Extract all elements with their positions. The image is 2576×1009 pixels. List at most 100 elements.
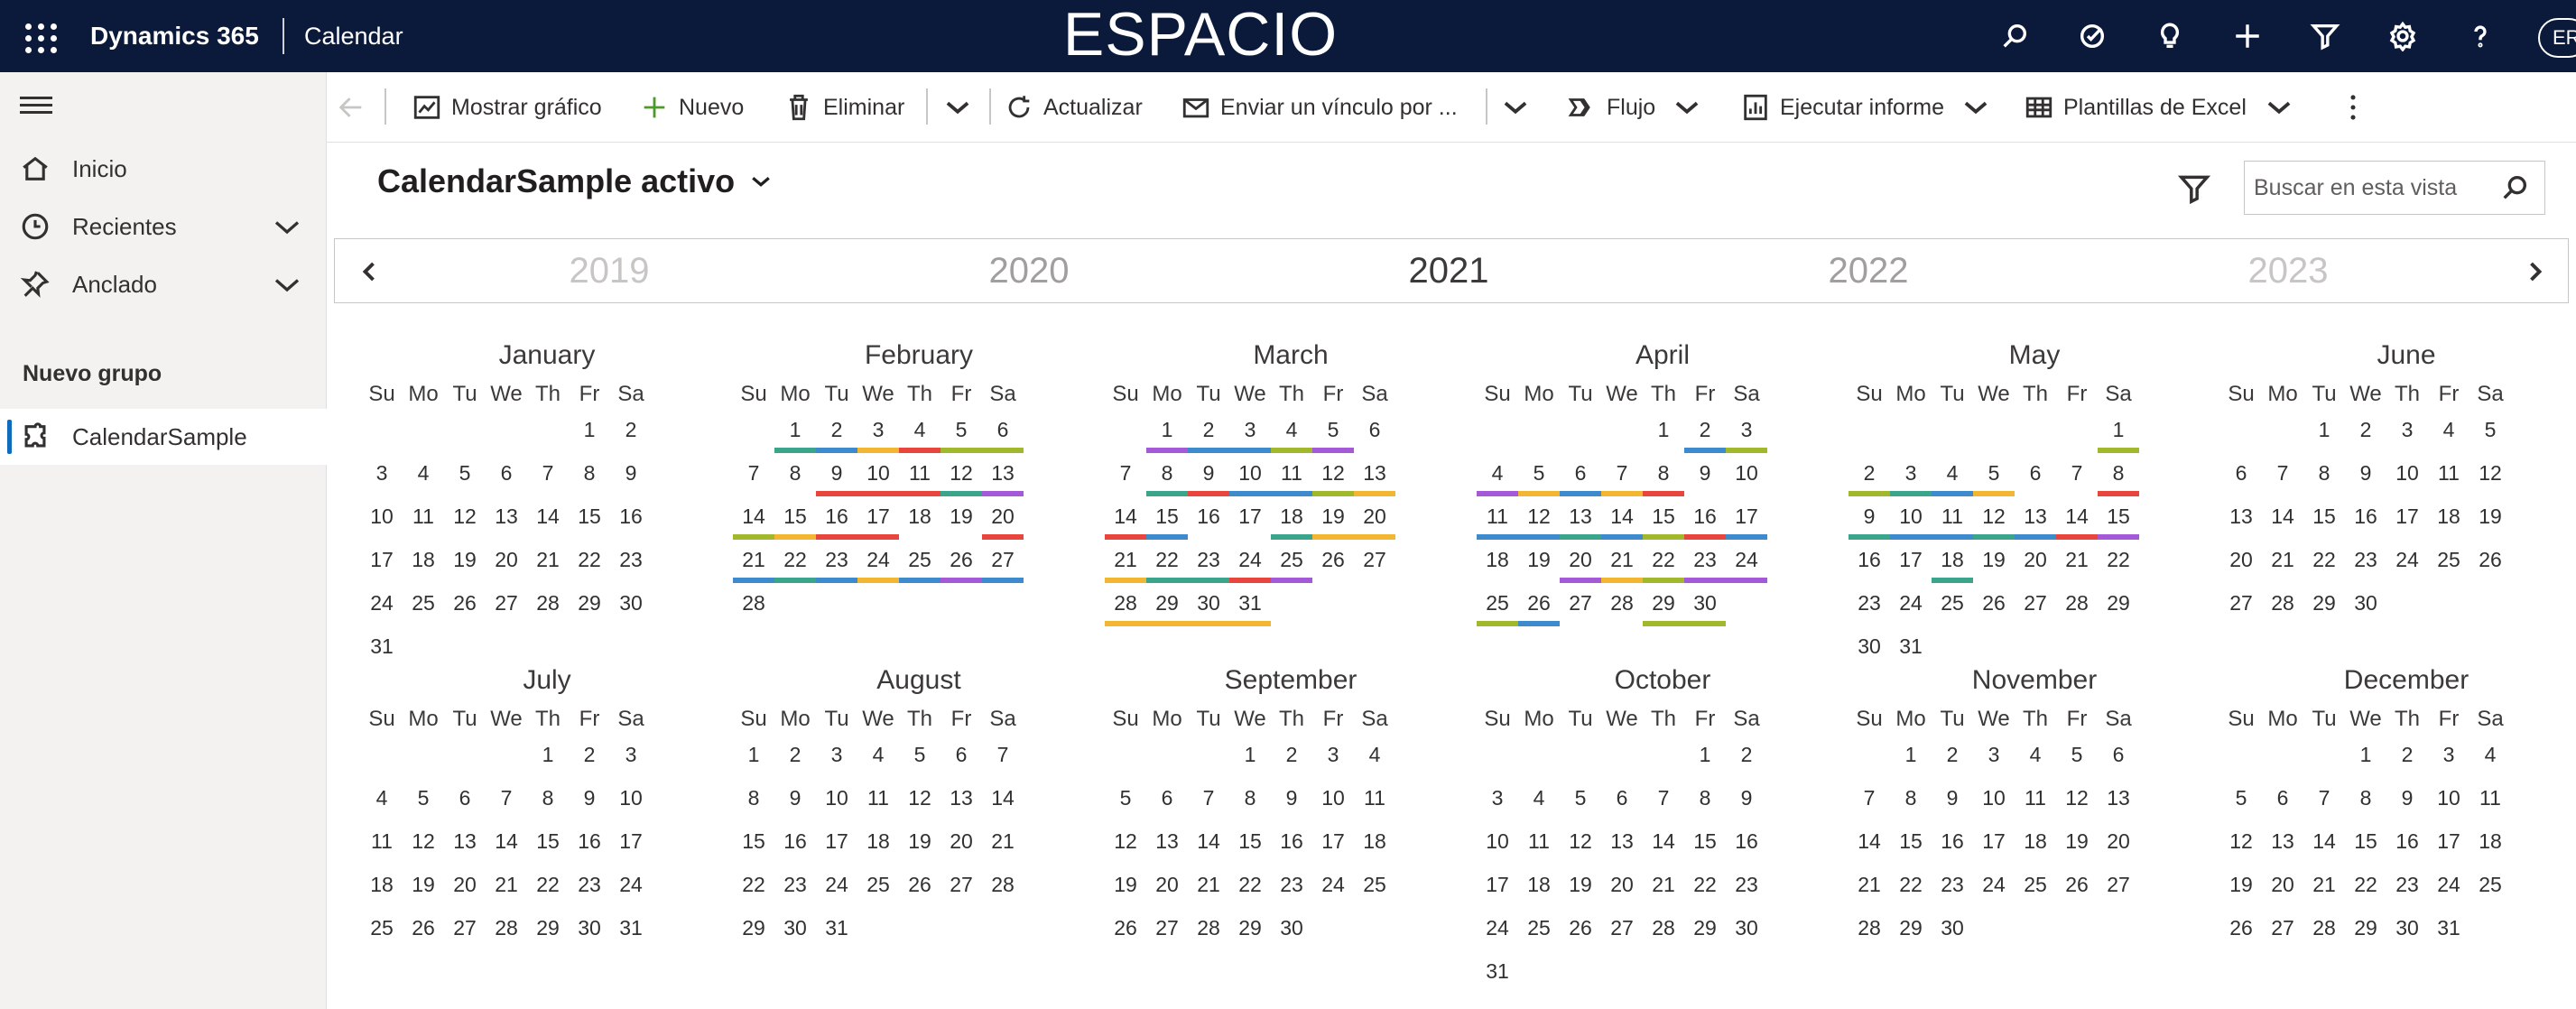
calendar-day[interactable]: 11 [899, 455, 941, 498]
calendar-day[interactable]: 24 [857, 542, 899, 585]
calendar-day[interactable]: 20 [941, 823, 982, 866]
calendar-day[interactable]: 26 [2220, 910, 2262, 953]
calendar-day[interactable]: 14 [982, 780, 1024, 823]
calendar-day[interactable]: 12 [403, 823, 444, 866]
calendar-day[interactable]: 7 [2303, 780, 2345, 823]
calendar-day[interactable]: 5 [899, 736, 941, 780]
calendar-day[interactable]: 26 [1105, 910, 1146, 953]
calendar-day[interactable]: 2 [1188, 412, 1229, 455]
calendar-day[interactable]: 19 [2469, 498, 2511, 542]
calendar-day[interactable]: 17 [2428, 823, 2469, 866]
calendar-day[interactable]: 3 [361, 455, 403, 498]
lightbulb-icon[interactable] [2150, 16, 2190, 56]
calendar-day[interactable]: 17 [1973, 823, 2015, 866]
calendar-day[interactable]: 9 [1849, 498, 1890, 542]
calendar-day[interactable]: 23 [1271, 866, 1312, 910]
calendar-day[interactable]: 14 [1643, 823, 1684, 866]
calendar-day[interactable]: 15 [2098, 498, 2139, 542]
calendar-day[interactable]: 27 [2220, 585, 2262, 628]
calendar-day[interactable]: 28 [1601, 585, 1643, 628]
calendar-day[interactable]: 19 [444, 542, 486, 585]
calendar-day[interactable]: 8 [733, 780, 774, 823]
calendar-day[interactable]: 20 [982, 498, 1024, 542]
calendar-day[interactable]: 26 [1312, 542, 1354, 585]
year-option[interactable]: 2022 [1778, 248, 1959, 293]
calendar-day[interactable]: 18 [2015, 823, 2056, 866]
calendar-day[interactable]: 21 [1601, 542, 1643, 585]
calendar-day[interactable]: 29 [733, 910, 774, 953]
calendar-day[interactable]: 11 [403, 498, 444, 542]
calendar-day[interactable]: 3 [610, 736, 652, 780]
calendar-day[interactable]: 8 [1890, 780, 1932, 823]
calendar-day[interactable]: 21 [2056, 542, 2098, 585]
calendar-day[interactable]: 18 [2428, 498, 2469, 542]
calendar-day[interactable]: 15 [527, 823, 569, 866]
calendar-day[interactable]: 21 [1849, 866, 1890, 910]
calendar-day[interactable]: 30 [1684, 585, 1726, 628]
calendar-day[interactable]: 20 [444, 866, 486, 910]
calendar-day[interactable]: 5 [2469, 412, 2511, 455]
next-year-chevron-icon[interactable] [2519, 255, 2552, 288]
calendar-day[interactable]: 26 [1560, 910, 1601, 953]
calendar-day[interactable]: 16 [1932, 823, 1973, 866]
flow-button[interactable]: Flujo [1567, 72, 1655, 143]
calendar-day[interactable]: 12 [899, 780, 941, 823]
flow-chevron-icon[interactable] [1670, 90, 1704, 125]
calendar-day[interactable]: 8 [1643, 455, 1684, 498]
calendar-day[interactable]: 25 [2469, 866, 2511, 910]
calendar-day[interactable]: 8 [1146, 455, 1188, 498]
calendar-day[interactable]: 21 [733, 542, 774, 585]
calendar-day[interactable]: 11 [2015, 780, 2056, 823]
calendar-day[interactable]: 16 [1271, 823, 1312, 866]
calendar-day[interactable]: 17 [816, 823, 857, 866]
calendar-day[interactable]: 18 [857, 823, 899, 866]
run-report-button[interactable]: Ejecutar informe [1740, 72, 1944, 143]
calendar-day[interactable]: 14 [733, 498, 774, 542]
calendar-day[interactable]: 5 [1973, 455, 2015, 498]
calendar-day[interactable]: 23 [1188, 542, 1229, 585]
calendar-day[interactable]: 10 [857, 455, 899, 498]
calendar-day[interactable]: 9 [1188, 455, 1229, 498]
calendar-day[interactable]: 16 [816, 498, 857, 542]
calendar-day[interactable]: 22 [1229, 866, 1271, 910]
calendar-day[interactable]: 2 [610, 412, 652, 455]
calendar-day[interactable]: 23 [2345, 542, 2386, 585]
calendar-day[interactable]: 12 [444, 498, 486, 542]
sidebar-item-recientes[interactable]: Recientes [0, 199, 327, 255]
calendar-day[interactable]: 9 [610, 455, 652, 498]
show-chart-button[interactable]: Mostrar gráfico [412, 72, 602, 143]
calendar-day[interactable]: 27 [982, 542, 1024, 585]
calendar-day[interactable]: 24 [610, 866, 652, 910]
calendar-day[interactable]: 15 [2303, 498, 2345, 542]
calendar-day[interactable]: 31 [1229, 585, 1271, 628]
calendar-day[interactable]: 16 [2345, 498, 2386, 542]
calendar-day[interactable]: 1 [2345, 736, 2386, 780]
calendar-day[interactable]: 14 [2262, 498, 2303, 542]
calendar-day[interactable]: 7 [1849, 780, 1890, 823]
calendar-day[interactable]: 18 [899, 498, 941, 542]
calendar-day[interactable]: 29 [2098, 585, 2139, 628]
calendar-day[interactable]: 20 [1146, 866, 1188, 910]
calendar-day[interactable]: 17 [857, 498, 899, 542]
calendar-day[interactable]: 13 [1601, 823, 1643, 866]
calendar-day[interactable]: 4 [857, 736, 899, 780]
calendar-day[interactable]: 30 [774, 910, 816, 953]
calendar-day[interactable]: 10 [1312, 780, 1354, 823]
year-option[interactable]: 2023 [2198, 248, 2378, 293]
search-input[interactable] [2254, 162, 2497, 214]
delete-button[interactable]: Eliminar [783, 72, 904, 143]
calendar-day[interactable]: 12 [2220, 823, 2262, 866]
calendar-day[interactable]: 1 [1146, 412, 1188, 455]
calendar-day[interactable]: 17 [1890, 542, 1932, 585]
calendar-day[interactable]: 16 [1684, 498, 1726, 542]
calendar-day[interactable]: 17 [1312, 823, 1354, 866]
settings-icon[interactable] [2383, 16, 2423, 56]
calendar-day[interactable]: 19 [2220, 866, 2262, 910]
view-selector[interactable]: CalendarSample activo [377, 162, 774, 200]
calendar-day[interactable]: 22 [774, 542, 816, 585]
calendar-day[interactable]: 20 [1354, 498, 1395, 542]
calendar-day[interactable]: 26 [1973, 585, 2015, 628]
calendar-day[interactable]: 2 [1849, 455, 1890, 498]
calendar-day[interactable]: 19 [403, 866, 444, 910]
calendar-day[interactable]: 14 [2056, 498, 2098, 542]
